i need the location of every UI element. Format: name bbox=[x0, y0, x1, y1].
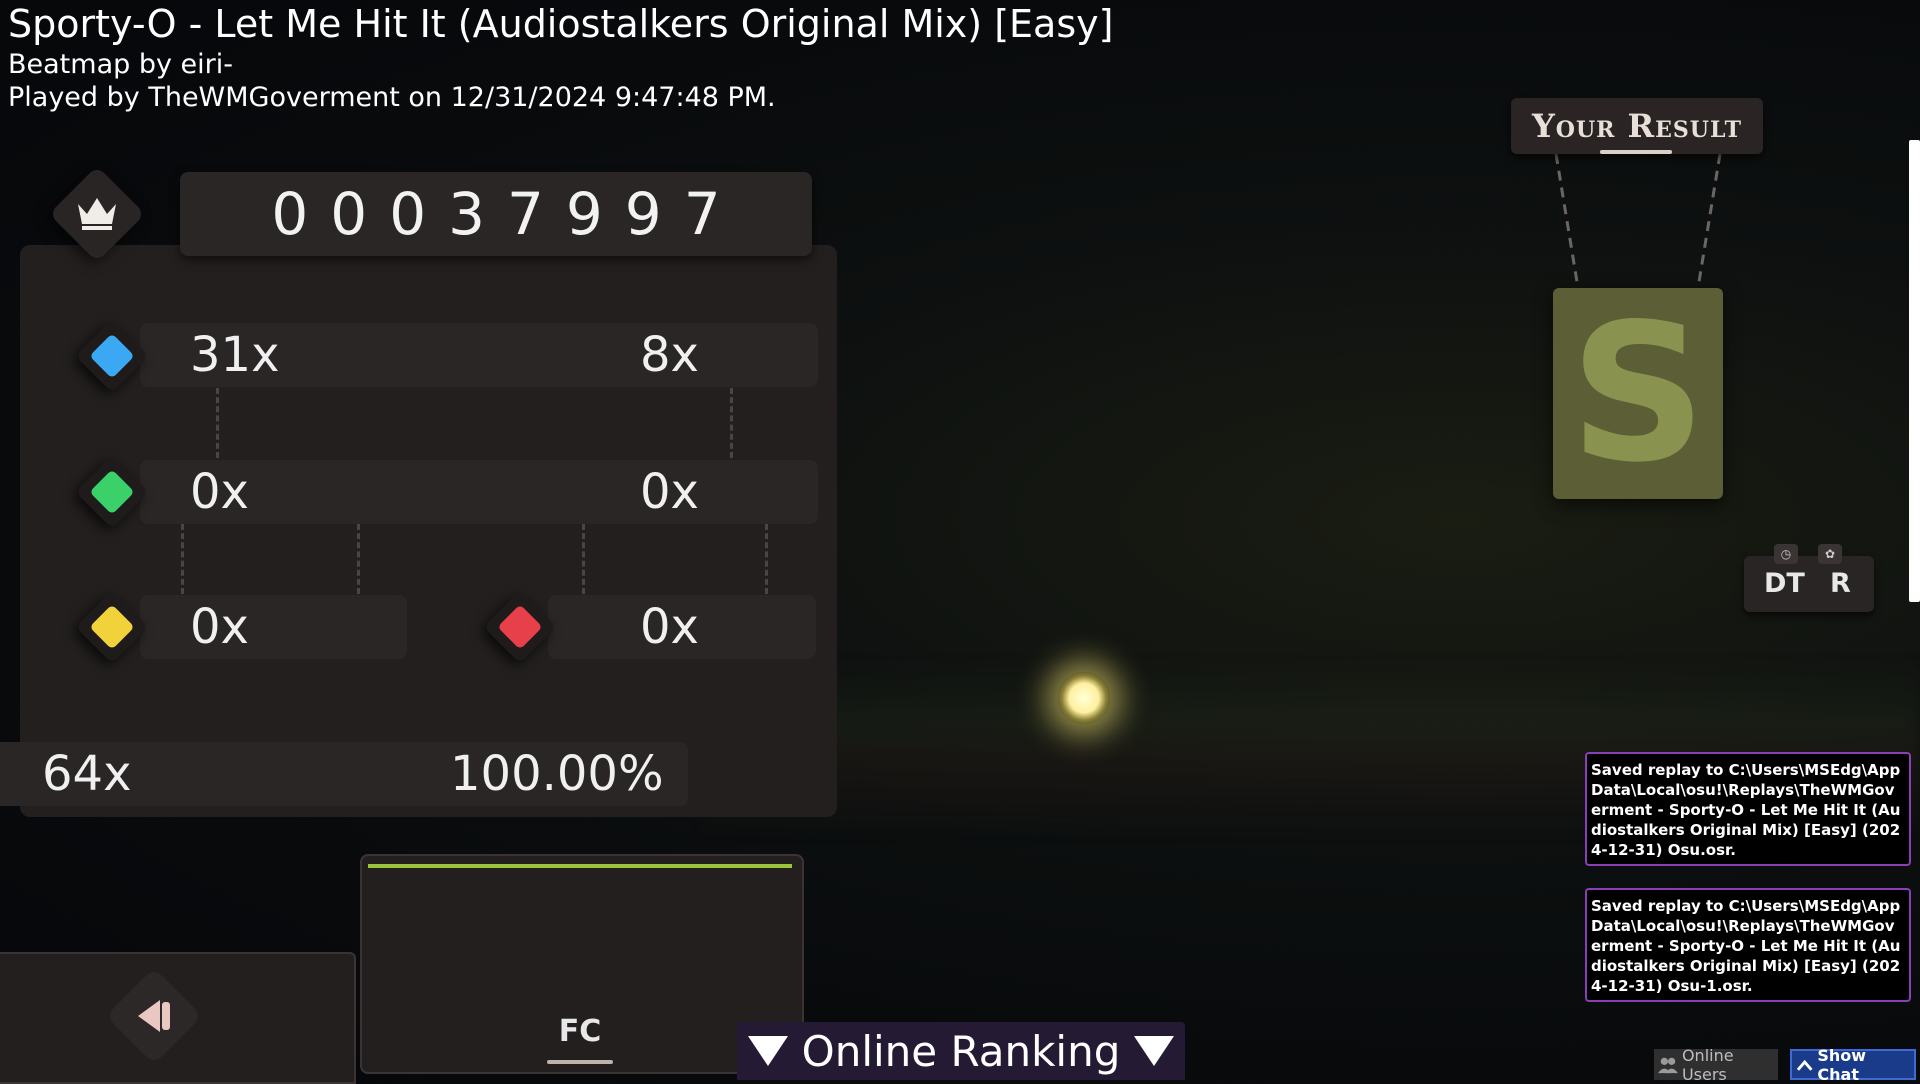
connector-line bbox=[765, 524, 768, 594]
show-chat-button[interactable]: Show Chat bbox=[1790, 1046, 1916, 1084]
geki-count: 8x bbox=[640, 327, 699, 383]
online-ranking-button[interactable]: Online Ranking bbox=[737, 1022, 1185, 1080]
glowing-orb bbox=[1058, 672, 1110, 724]
users-icon bbox=[1658, 1057, 1678, 1073]
connector-line bbox=[357, 524, 360, 594]
double-time-mod-icon: ◷ bbox=[1774, 544, 1798, 564]
online-ranking-label: Online Ranking bbox=[801, 1026, 1121, 1076]
played-by-info: Played by TheWMGoverment on 12/31/2024 9… bbox=[8, 82, 776, 113]
online-users-button[interactable]: Online Users bbox=[1654, 1046, 1778, 1084]
crown-icon bbox=[78, 198, 116, 230]
accuracy: 100.00% bbox=[450, 746, 664, 802]
mod-double-time: DT bbox=[1764, 568, 1805, 599]
ok-count: 0x bbox=[190, 464, 249, 520]
score-display: 00037997 bbox=[180, 172, 812, 256]
connector-line bbox=[181, 524, 184, 594]
miss-count: 0x bbox=[640, 599, 699, 655]
beatmap-creator: Beatmap by eiri- bbox=[8, 49, 233, 80]
online-users-label: Online Users bbox=[1681, 1045, 1734, 1084]
connector-line bbox=[730, 388, 733, 458]
triangle-down-icon bbox=[1134, 1036, 1175, 1066]
triangle-down-icon bbox=[747, 1036, 788, 1066]
full-combo-underline bbox=[547, 1060, 613, 1064]
great-count: 31x bbox=[190, 327, 280, 383]
connector-line bbox=[216, 388, 219, 458]
your-result-underline bbox=[1600, 150, 1672, 154]
full-combo-label: FC bbox=[558, 1014, 602, 1049]
relax-mod-icon: ✿ bbox=[1818, 544, 1842, 564]
result-hanger-strings bbox=[1554, 153, 1722, 289]
notification-text: Saved replay to C:\Users\MSEdg\AppData\L… bbox=[1591, 897, 1901, 995]
show-chat-label: Show Chat bbox=[1817, 1045, 1867, 1084]
your-result-label: Your Result bbox=[1531, 107, 1743, 145]
scrollbar[interactable] bbox=[1909, 140, 1920, 602]
back-arrow-icon bbox=[138, 1000, 170, 1032]
judgement-row-meh bbox=[140, 595, 407, 659]
performance-graph-line bbox=[368, 864, 792, 868]
max-combo: 64x bbox=[42, 746, 132, 802]
your-result-header: Your Result bbox=[1511, 98, 1763, 154]
chevron-up-icon bbox=[1796, 1059, 1813, 1071]
connector-line bbox=[582, 524, 585, 594]
mod-relax: R bbox=[1830, 568, 1851, 599]
score-value: 00037997 bbox=[271, 180, 743, 248]
notification-popup[interactable]: Saved replay to C:\Users\MSEdg\AppData\L… bbox=[1585, 888, 1911, 1002]
beatmap-title: Sporty-O - Let Me Hit It (Audiostalkers … bbox=[8, 2, 1114, 46]
notification-text: Saved replay to C:\Users\MSEdg\AppData\L… bbox=[1591, 761, 1901, 859]
katu-count: 0x bbox=[640, 464, 699, 520]
meh-count: 0x bbox=[190, 599, 249, 655]
notification-popup[interactable]: Saved replay to C:\Users\MSEdg\AppData\L… bbox=[1585, 752, 1911, 866]
beatmap-header: Sporty-O - Let Me Hit It (Audiostalkers … bbox=[8, 0, 1113, 114]
rank-grade: S bbox=[1569, 283, 1707, 504]
